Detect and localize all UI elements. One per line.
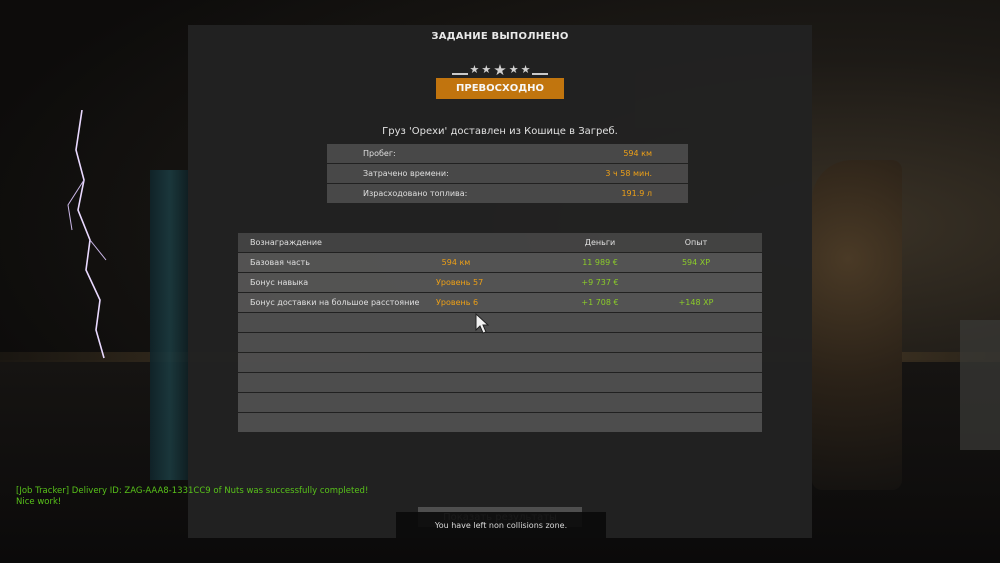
star-icon: ★ [481, 63, 492, 76]
table-row: Бонус доставки на большое расстояние Уро… [238, 293, 762, 312]
reward-xp: 594 XP [681, 258, 711, 267]
lightning-bolt [67, 110, 107, 359]
reward-money: +1 708 € [581, 298, 619, 307]
panel-title: ЗАДАНИЕ ВЫПОЛНЕНО [431, 31, 569, 42]
background-truck-left [150, 170, 190, 480]
star-divider-right [532, 73, 549, 75]
reward-money: 11 989 € [582, 258, 618, 267]
chat-message: Nice work! [16, 497, 62, 507]
delivery-summary: Груз 'Орехи' доставлен из Кошице в Загре… [382, 126, 618, 137]
zone-notice: You have left non collisions zone. [396, 512, 606, 538]
reward-detail: Уровень 57 [436, 278, 484, 287]
star-icon: ★ [508, 63, 519, 76]
reward-xp: +148 XP [678, 298, 714, 307]
reward-detail: 594 км [441, 258, 471, 267]
reward-name: Бонус навыка [250, 278, 309, 287]
job-complete-panel: ЗАДАНИЕ ВЫПОЛНЕНО ★ ★ ★ ★ ★ ПРЕВОСХОДНО … [188, 25, 812, 538]
rating-stars: ★ ★ ★ ★ ★ [450, 62, 550, 78]
stat-value: 3 ч 58 мин. [605, 169, 652, 178]
stat-row-distance: Пробег: 594 км [327, 144, 688, 163]
reward-name: Базовая часть [250, 258, 310, 267]
stat-row-fuel: Израсходовано топлива: 191.9 л [327, 184, 688, 203]
table-row: Базовая часть 594 км 11 989 € 594 XP [238, 253, 762, 272]
star-icon: ★ [493, 60, 507, 79]
empty-row [238, 373, 762, 392]
empty-row [238, 313, 762, 332]
background-truck-right [812, 160, 902, 490]
reward-xp [664, 273, 728, 292]
mouse-cursor-icon [475, 313, 489, 334]
table-row: Бонус навыка Уровень 57 +9 737 € [238, 273, 762, 292]
stat-label: Израсходовано топлива: [363, 189, 468, 198]
rating-badge: ПРЕВОСХОДНО [436, 78, 564, 99]
stat-label: Пробег: [363, 149, 396, 158]
star-icon: ★ [520, 63, 531, 76]
empty-row [238, 413, 762, 432]
star-icon: ★ [469, 63, 480, 76]
empty-row [238, 333, 762, 352]
background-barrier [960, 320, 1000, 450]
reward-detail: Уровень 6 [436, 298, 479, 307]
rewards-table: Вознаграждение Деньги Опыт Базовая часть… [238, 233, 762, 433]
header-reward: Вознаграждение [250, 238, 322, 247]
stats-table: Пробег: 594 км Затрачено времени: 3 ч 58… [327, 144, 688, 204]
stat-value: 191.9 л [621, 189, 652, 198]
stat-row-time: Затрачено времени: 3 ч 58 мин. [327, 164, 688, 183]
empty-row [238, 353, 762, 372]
chat-log: [Job Tracker] Delivery ID: ZAG-AAA8-1331… [16, 486, 368, 508]
stat-value: 594 км [623, 149, 652, 158]
stat-label: Затрачено времени: [363, 169, 449, 178]
header-xp: Опыт [684, 238, 708, 247]
reward-name: Бонус доставки на большое расстояние [250, 298, 420, 307]
reward-money: +9 737 € [581, 278, 619, 287]
rewards-header: Вознаграждение Деньги Опыт [238, 233, 762, 252]
header-money: Деньги [584, 238, 616, 247]
star-divider-left [451, 73, 468, 75]
chat-message: [Job Tracker] Delivery ID: ZAG-AAA8-1331… [16, 486, 369, 496]
empty-row [238, 393, 762, 412]
